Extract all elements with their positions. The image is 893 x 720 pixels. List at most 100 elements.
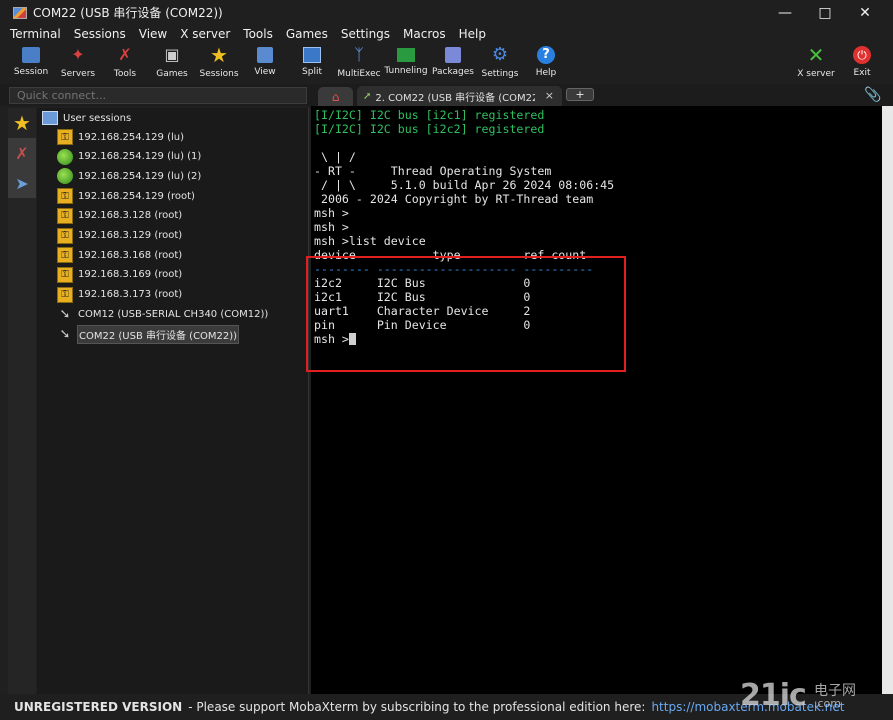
menu-macros[interactable]: Macros	[403, 27, 446, 41]
star-icon: ★	[13, 111, 31, 135]
settings-button[interactable]: ⚙ Settings	[474, 43, 526, 84]
view-button[interactable]: View	[239, 43, 291, 84]
session-item[interactable]: ⚿ 192.168.3.128 (root)	[57, 207, 182, 225]
highlight-annotation-box	[306, 256, 626, 372]
quick-connect-input[interactable]	[9, 87, 307, 104]
menu-sessions[interactable]: Sessions	[74, 27, 126, 41]
session-item-label: 192.168.3.168 (root)	[78, 249, 183, 261]
split-icon	[303, 47, 321, 63]
session-item[interactable]: ⚿ 192.168.3.173 (root)	[57, 286, 182, 304]
menu-games[interactable]: Games	[286, 27, 328, 41]
maximize-icon[interactable]: □	[805, 0, 845, 25]
help-icon: ?	[537, 46, 555, 64]
servers-button[interactable]: ✦ Servers	[52, 43, 104, 84]
terminal-line: / | \ 5.1.0 build Apr 26 2024 08:06:45	[314, 178, 615, 192]
tools-icon: ✗	[118, 45, 132, 64]
tab-row: ⌂ ➚ 2. COM22 (USB 串行设备 (COM22 × + 📎	[0, 84, 893, 106]
session-button[interactable]: Session	[5, 43, 57, 84]
session-item[interactable]: ⚿ 192.168.254.129 (root)	[57, 187, 195, 205]
sidebar-tab-macros[interactable]: ➤	[8, 168, 36, 198]
power-icon: ⏻	[853, 46, 871, 64]
terminal-output[interactable]: [I/I2C] I2C bus [i2c1] registered [I/I2C]…	[311, 106, 882, 694]
tab-close-icon[interactable]: ×	[545, 89, 554, 102]
terminal-line: 2006 - 2024 Copyright by RT-Thread team	[314, 192, 594, 206]
user-sessions-folder[interactable]: User sessions	[42, 111, 131, 125]
tunneling-button[interactable]: Tunneling	[380, 43, 432, 84]
tools-button[interactable]: ✗ Tools	[99, 43, 151, 84]
xserver-icon: ✕	[807, 43, 825, 67]
watermark-url: .com	[814, 697, 841, 710]
key-icon: ⚿	[57, 286, 73, 303]
menu-tools[interactable]: Tools	[243, 27, 273, 41]
terminal-line: - RT - Thread Operating System	[314, 164, 552, 178]
session-item-label: 192.168.3.173 (root)	[78, 289, 183, 301]
session-item[interactable]: ⚿ 192.168.3.169 (root)	[57, 266, 182, 284]
terminal-line: msh >	[314, 220, 349, 234]
status-message: - Please support MobaXterm by subscribin…	[188, 700, 646, 714]
watermark-logo: 21ic	[740, 678, 807, 713]
servers-icon: ✦	[71, 45, 85, 64]
sidebar-tab-tools[interactable]: ✗	[8, 138, 36, 168]
view-icon	[257, 47, 273, 63]
home-tab[interactable]: ⌂	[318, 87, 353, 106]
terminal-line: [I/I2C] I2C bus [i2c1] registered	[314, 108, 545, 122]
session-item[interactable]: ➘ COM12 (USB-SERIAL CH340 (COM12))	[57, 305, 269, 323]
session-item-label: COM12 (USB-SERIAL CH340 (COM12))	[78, 308, 269, 320]
new-tab-button[interactable]: +	[566, 88, 594, 101]
serial-icon: ➘	[59, 306, 71, 322]
paperclip-icon[interactable]: 📎	[864, 87, 881, 103]
key-icon: ⚿	[57, 129, 73, 145]
key-icon: ⚿	[57, 247, 73, 264]
window-title: COM22 (USB 串行设备 (COM22))	[33, 6, 223, 20]
session-item-label: 192.168.254.129 (lu)	[78, 131, 184, 143]
tools-icon: ✗	[15, 143, 29, 163]
session-item-label: 192.168.3.129 (root)	[78, 230, 183, 241]
menu-settings[interactable]: Settings	[341, 27, 390, 41]
unregistered-label: UNREGISTERED VERSION	[14, 700, 183, 714]
terminal-line: [I/I2C] I2C bus [i2c2] registered	[314, 122, 545, 136]
home-icon: ⌂	[331, 89, 340, 104]
menu-help[interactable]: Help	[459, 27, 486, 41]
terminal-line: msh >	[314, 206, 349, 220]
menu-bar: Terminal Sessions View X server Tools Ga…	[0, 25, 893, 43]
close-icon[interactable]: ✕	[845, 0, 885, 25]
session-item[interactable]: ⚿ 192.168.254.129 (lu)	[57, 128, 184, 146]
session-item[interactable]: 192.168.254.129 (lu) (2)	[57, 167, 201, 185]
green-status-icon	[57, 148, 73, 165]
tunneling-icon	[397, 48, 415, 62]
sidebar-tab-sessions[interactable]: ★	[8, 108, 36, 138]
sessions-star-icon: ★	[210, 43, 228, 67]
key-icon: ⚿	[57, 207, 73, 224]
session-item-label: 192.168.3.128 (root)	[78, 210, 183, 222]
session-item[interactable]: ➘ COM22 (USB 串行设备 (COM22))	[57, 324, 240, 344]
title-bar: COM22 (USB 串行设备 (COM22)) — □ ✕	[0, 0, 893, 25]
sessions-button[interactable]: ★ Sessions	[193, 43, 245, 84]
key-icon: ⚿	[57, 266, 73, 283]
green-status-icon	[57, 168, 73, 185]
exit-button[interactable]: ⏻ Exit	[836, 43, 888, 84]
help-button[interactable]: ? Help	[520, 43, 572, 84]
menu-view[interactable]: View	[139, 27, 167, 41]
sidebar-tabs: ★ ✗ ➤	[8, 108, 36, 694]
packages-icon	[445, 47, 461, 63]
minimize-icon[interactable]: —	[765, 0, 805, 25]
session-icon	[22, 47, 40, 63]
split-button[interactable]: Split	[286, 43, 338, 84]
session-item-label: 192.168.3.169 (root)	[78, 269, 183, 281]
tab-com22[interactable]: ➚ 2. COM22 (USB 串行设备 (COM22 ×	[357, 86, 562, 106]
session-item[interactable]: ⚿ 192.168.3.168 (root)	[57, 246, 182, 264]
packages-button[interactable]: Packages	[427, 43, 479, 84]
session-item[interactable]: 192.168.254.129 (lu) (1)	[57, 148, 201, 166]
terminal-line: \ | /	[314, 150, 356, 164]
serial-icon: ➚	[363, 90, 372, 102]
xserver-button[interactable]: ✕ X server	[790, 43, 842, 84]
games-button[interactable]: ▣ Games	[146, 43, 198, 84]
multiexec-button[interactable]: ᛉ MultiExec	[333, 43, 385, 84]
settings-icon: ⚙	[491, 44, 509, 65]
toolbar: Session ✦ Servers ✗ Tools ▣ Games ★ Sess…	[0, 43, 893, 84]
users-folder-icon	[42, 111, 58, 125]
menu-terminal[interactable]: Terminal	[10, 27, 61, 41]
menu-xserver[interactable]: X server	[180, 27, 230, 41]
session-item[interactable]: ⚿ 192.168.3.129 (root)	[57, 227, 182, 245]
terminal-scrollbar[interactable]	[882, 106, 893, 694]
